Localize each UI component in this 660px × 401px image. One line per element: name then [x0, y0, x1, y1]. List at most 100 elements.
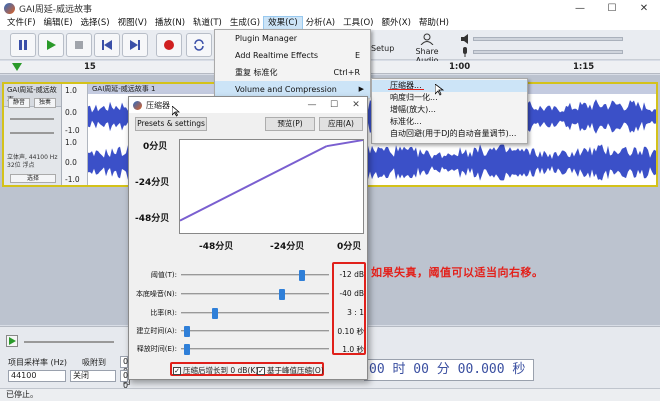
menu-item-label: 重复 标准化	[235, 68, 278, 77]
stop-button[interactable]	[66, 33, 92, 57]
threshold-label: 阈值(T):	[150, 271, 177, 279]
playback-meter[interactable]	[460, 33, 623, 45]
ruler-label: 1:15	[573, 62, 595, 72]
graph-x-label: -48分贝	[199, 242, 234, 252]
menu-item-loudness-normalization[interactable]: 响度归一化...	[372, 92, 527, 104]
menu-item-amplify[interactable]: 增幅(放大)...	[372, 104, 527, 116]
close-button[interactable]: ✕	[628, 0, 660, 17]
menu-item-label: Add Realtime Effects	[235, 51, 319, 60]
mute-button[interactable]: 静音	[8, 98, 30, 108]
minimize-button[interactable]: —	[564, 0, 596, 17]
scale-label: 0.0	[65, 108, 77, 117]
play-at-speed-button[interactable]	[6, 335, 18, 347]
menu-item-add-realtime-effects[interactable]: Add Realtime Effects E	[215, 47, 370, 64]
peak-compression-checkbox[interactable]: ✓ 基于峰值压缩(O)	[257, 365, 324, 376]
record-button[interactable]	[156, 33, 182, 57]
audio-setup-button[interactable]: Setup	[371, 44, 394, 53]
menu-select[interactable]: 选择(S)	[77, 17, 114, 30]
menu-transport[interactable]: 播放(N)	[151, 17, 189, 30]
menu-shortcut: Ctrl+R	[333, 68, 361, 77]
dialog-minimize-button[interactable]: —	[301, 97, 323, 113]
loop-icon	[194, 39, 204, 51]
menu-item-compressor[interactable]: 压缩器...	[372, 80, 527, 92]
release-time-label: 释放时间(E):	[136, 345, 177, 353]
noise-floor-slider[interactable]	[181, 289, 329, 300]
mouse-cursor-icon	[435, 84, 444, 96]
track-amplitude-scale: 1.0 0.0 -1.0 1.0 0.0 -1.0	[62, 84, 88, 185]
solo-button[interactable]: 独奏	[34, 98, 56, 108]
menu-item-label: 响度归一化...	[390, 93, 438, 102]
apply-button[interactable]: 应用(A)	[319, 117, 363, 131]
record-meter[interactable]	[460, 46, 623, 58]
noise-floor-label: 本底噪音(N):	[135, 290, 177, 298]
threshold-slider[interactable]	[181, 270, 329, 281]
graph-y-label: 0分贝	[143, 142, 168, 152]
menu-item-label: 自动回避(用于DJ的自动音量调节)...	[390, 129, 517, 138]
pause-icon	[19, 40, 27, 50]
menu-item-label: 增幅(放大)...	[390, 105, 436, 114]
skip-start-button[interactable]	[94, 33, 120, 57]
skip-start-icon	[102, 40, 112, 50]
menu-extra[interactable]: 额外(X)	[377, 17, 414, 30]
selection-end-time[interactable]: 0 0 时 0 0 分 0 0 .000 秒	[120, 370, 131, 400]
make-up-gain-checkbox[interactable]: ✓ 压缩后增长到 0 dB(K)	[173, 365, 258, 376]
snap-to-select[interactable]: 关闭	[70, 370, 116, 382]
menu-item-label: 标准化...	[390, 117, 422, 126]
menu-item-plugin-manager[interactable]: Plugin Manager	[215, 30, 370, 47]
ratio-slider[interactable]	[181, 308, 329, 319]
play-icon	[47, 40, 56, 50]
presets-settings-button[interactable]: Presets & settings	[135, 117, 207, 131]
compressor-dialog: 压缩器 — ☐ ✕ Presets & settings 预览(P) 应用(A)…	[128, 96, 368, 380]
scale-label: 0.0	[65, 158, 77, 167]
audacity-logo-icon	[4, 3, 15, 14]
dialog-close-button[interactable]: ✕	[345, 97, 367, 113]
track-format-info: 立体声, 44100 Hz 32位 浮点	[7, 154, 58, 169]
dialog-title-bar[interactable]: 压缩器 — ☐ ✕	[129, 97, 367, 113]
skip-end-button[interactable]	[122, 33, 148, 57]
track-control-panel[interactable]: GAI周延-威远故事 静音 独奏 立体声, 44100 Hz 32位 浮点 选择	[4, 84, 62, 185]
graph-y-label: -48分贝	[135, 214, 170, 224]
mouse-cursor-icon	[172, 106, 180, 117]
dialog-window-controls: — ☐ ✕	[301, 97, 367, 113]
menu-file[interactable]: 文件(F)	[3, 17, 40, 30]
preview-button[interactable]: 预览(P)	[265, 117, 315, 131]
play-speed-slider[interactable]	[24, 341, 114, 343]
project-rate-select[interactable]: 44100	[8, 370, 66, 382]
slider-thumb[interactable]	[278, 289, 285, 300]
menu-item-repeat-normalize[interactable]: 重复 标准化 Ctrl+R	[215, 64, 370, 81]
slider-thumb[interactable]	[183, 344, 190, 355]
menu-item-normalize[interactable]: 标准化...	[372, 116, 527, 128]
attack-time-slider[interactable]	[181, 326, 329, 337]
menu-item-auto-duck[interactable]: 自动回避(用于DJ的自动音量调节)...	[372, 128, 527, 140]
microphone-icon	[463, 47, 467, 57]
menu-help[interactable]: 帮助(H)	[415, 17, 453, 30]
audio-position-display[interactable]: 00 时 00 分 00.000 秒	[364, 359, 534, 381]
loop-button[interactable]	[186, 33, 212, 57]
attack-time-label: 建立时间(A):	[136, 327, 177, 335]
release-time-slider[interactable]	[181, 344, 329, 355]
graph-x-label: 0分贝	[337, 242, 362, 252]
effects-menu: Plugin Manager Add Realtime Effects E 重复 …	[214, 29, 371, 98]
menu-edit[interactable]: 编辑(E)	[40, 17, 77, 30]
maximize-button[interactable]: ☐	[596, 0, 628, 17]
graph-y-label: -24分贝	[135, 178, 170, 188]
scale-label: 1.0	[65, 86, 77, 95]
status-bar: 已停止。	[0, 388, 660, 401]
menu-view[interactable]: 视图(V)	[114, 17, 151, 30]
compressor-underline	[388, 89, 424, 90]
play-button[interactable]	[38, 33, 64, 57]
track-select-button[interactable]: 选择	[10, 174, 56, 183]
pause-button[interactable]	[10, 33, 36, 57]
share-audio-button[interactable]: Share Audio	[403, 31, 451, 65]
graph-x-label: -24分贝	[270, 242, 305, 252]
values-highlight-box	[332, 262, 366, 355]
project-rate-label: 项目采样率 (Hz)	[8, 358, 67, 367]
slider-thumb[interactable]	[183, 326, 190, 337]
dialog-maximize-button[interactable]: ☐	[323, 97, 345, 113]
slider-thumb[interactable]	[212, 308, 219, 319]
gain-slider[interactable]	[10, 118, 54, 120]
slider-thumb[interactable]	[298, 270, 305, 281]
selection-start-time[interactable]: 0 0 时 0 0 分 0 0 .000 秒	[120, 356, 131, 401]
play-head-marker-icon[interactable]	[12, 63, 22, 71]
pan-slider[interactable]	[10, 132, 54, 134]
